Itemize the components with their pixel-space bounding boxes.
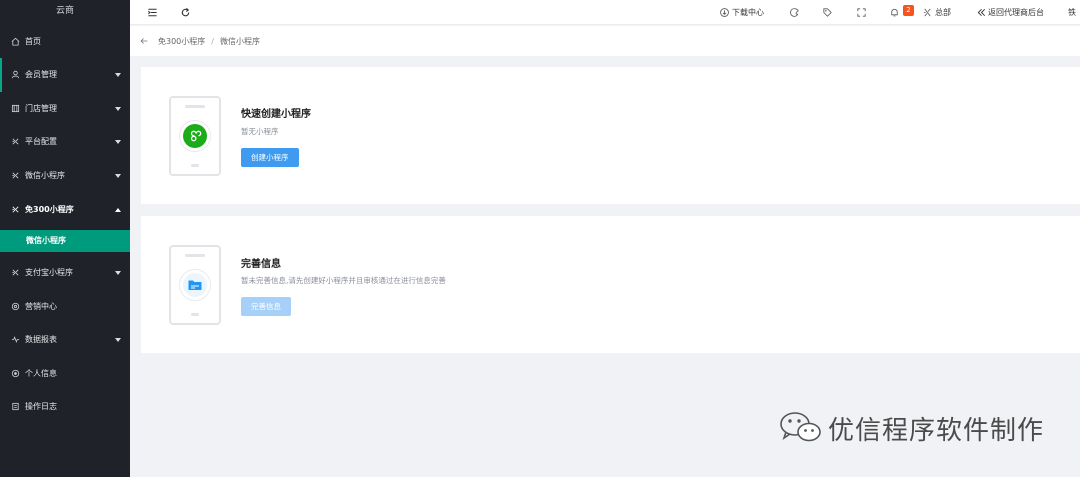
sidebar-subitem-wechat-mini[interactable]: 微信小程序 <box>0 230 130 252</box>
phone-illustration <box>169 96 221 176</box>
sidebar-item-wechat-mini[interactable]: 微信小程序 <box>0 159 130 193</box>
user-icon <box>10 70 20 80</box>
card-description: 暂无小程序 <box>241 127 279 136</box>
sidebar-item-label: 个人信息 <box>25 369 57 379</box>
sidebar-item-label: 数据报表 <box>25 335 57 345</box>
config-icon <box>10 137 20 147</box>
breadcrumb: 免300小程序 / 微信小程序 <box>130 26 1080 56</box>
sidebar-item-label: 平台配置 <box>25 137 57 147</box>
breadcrumb-separator: / <box>211 36 214 46</box>
chevron-down-icon <box>115 173 121 178</box>
sidebar-item-reports[interactable]: 数据报表 <box>0 323 130 357</box>
complete-info-card: 完善信息 暂未完善信息,请先创建好小程序并且审核通过在进行信息完善 完善信息 <box>141 216 1080 353</box>
profile-icon <box>10 369 20 379</box>
create-mini-program-button[interactable]: 创建小程序 <box>241 148 299 167</box>
double-chevron-left-icon[interactable] <box>975 6 987 18</box>
watermark: 优信程序软件制作 <box>778 410 1044 447</box>
sidebar: 云商 首页 会员管理 门店管理 平台配置 微信小程序 免300小程序 微信小程序… <box>0 0 130 477</box>
bell-icon[interactable] <box>888 6 900 18</box>
breadcrumb-parent[interactable]: 免300小程序 <box>158 36 205 47</box>
back-arrow-icon[interactable] <box>138 35 150 47</box>
menu-toggle-icon[interactable] <box>146 6 158 18</box>
hq-label[interactable]: 总部 <box>935 7 951 18</box>
chevron-down-icon <box>115 72 121 77</box>
back-to-agent-link[interactable]: 返回代理商后台 <box>988 7 1044 18</box>
chevron-down-icon <box>115 139 121 144</box>
hq-icon <box>921 6 933 18</box>
sidebar-item-free-mini[interactable]: 免300小程序 <box>0 193 130 227</box>
report-icon <box>10 335 20 345</box>
sidebar-item-label: 操作日志 <box>25 402 57 412</box>
sidebar-item-label: 会员管理 <box>25 70 57 80</box>
create-mini-program-card: 快速创建小程序 暂无小程序 创建小程序 <box>141 67 1080 204</box>
chevron-down-icon <box>115 270 121 275</box>
chevron-up-icon <box>115 207 121 212</box>
breadcrumb-current: 微信小程序 <box>219 36 260 46</box>
sidebar-item-label: 免300小程序 <box>25 205 74 215</box>
marketing-icon <box>10 302 20 312</box>
sidebar-item-label: 门店管理 <box>25 104 57 114</box>
card-description: 暂未完善信息,请先创建好小程序并且审核通过在进行信息完善 <box>241 276 446 285</box>
chevron-down-icon <box>115 337 121 342</box>
wechat-logo-icon <box>778 410 822 447</box>
fullscreen-icon[interactable] <box>855 6 867 18</box>
sidebar-item-profile[interactable]: 个人信息 <box>0 357 130 391</box>
mini-program-icon <box>179 120 211 152</box>
card-title: 快速创建小程序 <box>241 109 311 120</box>
tag-icon[interactable] <box>821 6 833 18</box>
sidebar-item-label: 首页 <box>25 37 41 47</box>
refresh-icon[interactable] <box>179 6 191 18</box>
sidebar-item-alipay-mini[interactable]: 支付宝小程序 <box>0 256 130 290</box>
top-bar: 下载中心 2 总部 返回代理商后台 铁 <box>130 0 1080 25</box>
sidebar-item-label: 微信小程序 <box>25 171 65 181</box>
complete-info-button[interactable]: 完善信息 <box>241 297 291 316</box>
free-mini-icon <box>10 205 20 215</box>
home-icon <box>10 37 20 47</box>
sidebar-item-home[interactable]: 首页 <box>0 25 130 59</box>
wechat-mini-icon <box>10 171 20 181</box>
sidebar-item-members[interactable]: 会员管理 <box>0 58 130 92</box>
theme-icon[interactable] <box>788 6 800 18</box>
card-title: 完善信息 <box>241 259 281 270</box>
user-menu-truncated[interactable]: 铁 <box>1068 7 1076 18</box>
folder-icon <box>179 269 211 301</box>
sidebar-item-label: 营销中心 <box>25 302 57 312</box>
watermark-text: 优信程序软件制作 <box>828 416 1045 446</box>
sidebar-item-platform-config[interactable]: 平台配置 <box>0 125 130 159</box>
chevron-down-icon <box>115 106 121 111</box>
download-center-link[interactable]: 下载中心 <box>732 7 764 18</box>
sidebar-item-logs[interactable]: 操作日志 <box>0 390 130 424</box>
sidebar-item-marketing[interactable]: 营销中心 <box>0 290 130 324</box>
brand-title: 云商 <box>55 6 74 16</box>
download-icon[interactable] <box>718 6 730 18</box>
sidebar-item-label: 支付宝小程序 <box>25 268 73 278</box>
alipay-mini-icon <box>10 268 20 278</box>
log-icon <box>10 402 20 412</box>
sidebar-item-stores[interactable]: 门店管理 <box>0 92 130 126</box>
store-icon <box>10 104 20 114</box>
phone-illustration <box>169 245 221 325</box>
notification-badge: 2 <box>903 5 914 16</box>
